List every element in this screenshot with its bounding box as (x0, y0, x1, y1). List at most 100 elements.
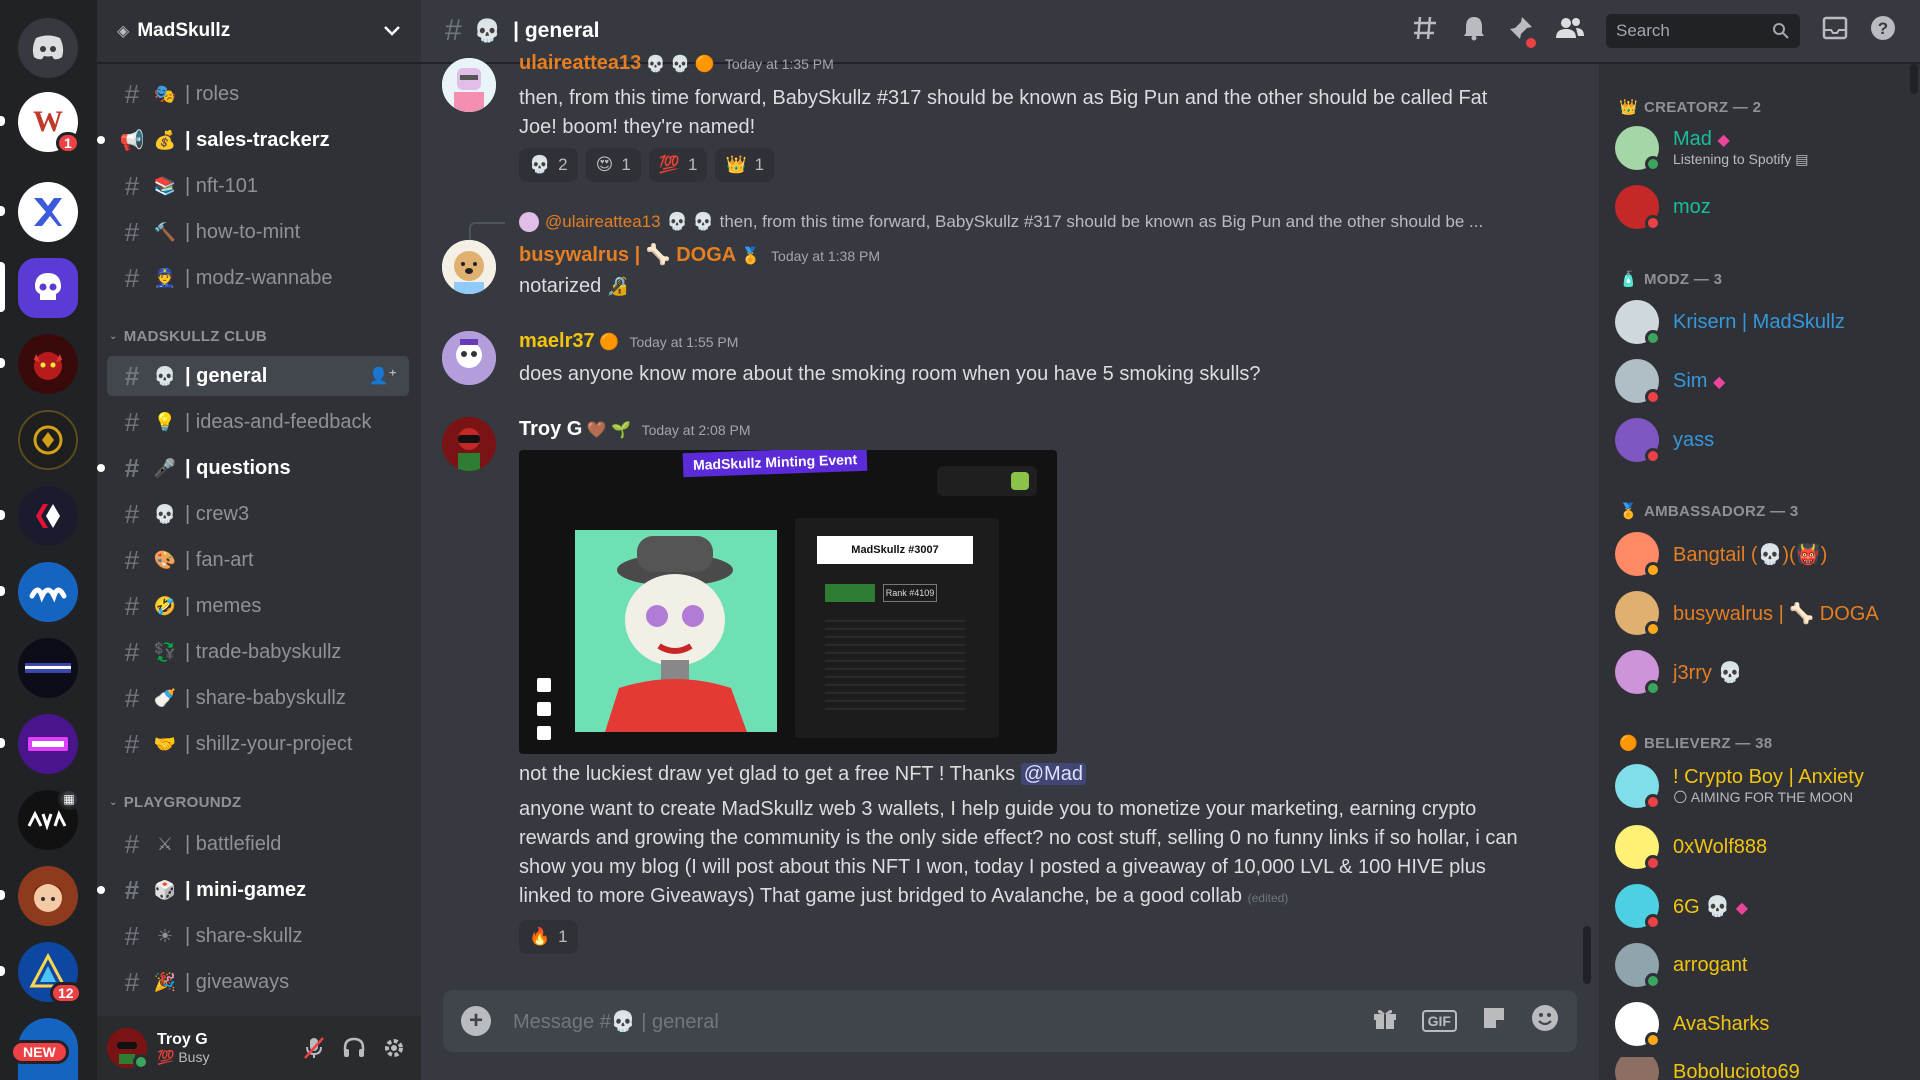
threads-icon[interactable] (1412, 15, 1440, 48)
reaction-button[interactable]: 💯 1 (648, 148, 708, 182)
avatar[interactable] (442, 58, 496, 112)
message-input[interactable]: Message #💀 | general (513, 1009, 719, 1034)
bell-icon[interactable] (1462, 15, 1486, 48)
user-panel: Troy G 💯 Busy (97, 1016, 421, 1080)
pin-icon[interactable] (1508, 15, 1536, 48)
avatar[interactable] (442, 331, 496, 385)
mute-mic-button[interactable] (297, 1031, 331, 1065)
gif-icon[interactable]: GIF (1421, 1010, 1457, 1032)
member-item[interactable]: Sim ◆ (1615, 355, 1905, 407)
invite-member-icon[interactable]: 👤⁺ (369, 366, 397, 386)
wave-logo-icon (29, 587, 67, 603)
scrollbar[interactable] (1583, 926, 1591, 984)
member-scrollbar[interactable] (1910, 64, 1918, 94)
search-input[interactable]: Search (1606, 14, 1800, 48)
sticker-icon[interactable] (1481, 1005, 1507, 1038)
upload-button[interactable]: + (461, 1006, 491, 1036)
category-madskullz-club[interactable]: ⌄ MADSKULLZ CLUB (109, 328, 267, 345)
channel-general[interactable]: # 💀 | general 👤⁺ (107, 356, 409, 396)
discord-window: W 1 ▦ 12 NEW ◈ MadSkullz # 🎭 | roles 📢 💰… (0, 0, 1920, 1080)
server-hive-wax[interactable] (18, 638, 78, 698)
channel-how-to-mint[interactable]: # 🔨 | how-to-mint (107, 212, 409, 252)
user-mention[interactable]: @Mad (1020, 763, 1086, 785)
member-item[interactable]: busywalrus | 🦴 DOGA (1615, 587, 1905, 639)
reaction-button[interactable]: 😍 1 (585, 148, 641, 182)
message-composer[interactable]: + Message #💀 | general GIF (443, 990, 1577, 1052)
member-item[interactable]: j3rry 💀 (1615, 646, 1905, 698)
reaction-button[interactable]: 💀 2 (519, 148, 578, 182)
home-button[interactable] (18, 18, 78, 78)
server-cyber[interactable] (18, 714, 78, 774)
channel-battlefield[interactable]: # ⚔ | battlefield (107, 824, 409, 864)
reply-connector (469, 222, 505, 240)
channel-trade-babyskullz[interactable]: # 💱 | trade-babyskullz (107, 632, 409, 672)
message-author[interactable]: ulaireattea13 (519, 52, 641, 74)
category-playgroundz[interactable]: ⌄ PLAYGROUNDZ (109, 794, 241, 811)
avatar (1615, 418, 1661, 464)
channel-sales-trackerz[interactable]: 📢 💰 | sales-trackerz (97, 120, 409, 160)
avatar[interactable] (107, 1028, 149, 1070)
idle-status-icon (1645, 562, 1661, 578)
member-item[interactable]: moz (1615, 181, 1905, 233)
server-anime[interactable] (18, 866, 78, 926)
member-list-icon[interactable] (1556, 16, 1584, 47)
skull-icon: 💀 (473, 18, 502, 43)
user-settings-button[interactable] (377, 1031, 411, 1065)
reaction-row: 🔥 1 (519, 920, 578, 954)
unread-pill (0, 358, 5, 368)
help-icon[interactable]: ? (1870, 15, 1896, 48)
channel-emoji: 🎉 (153, 971, 177, 992)
server-x[interactable] (18, 182, 78, 242)
channel-name: | shillz-your-project (185, 732, 353, 755)
member-item[interactable]: 0xWolf888 (1615, 821, 1905, 873)
member-item[interactable]: Mad ◆ Listening to Spotify ▤ (1615, 122, 1905, 174)
member-item[interactable]: Bobolucioto69 (1615, 1057, 1905, 1080)
channel-roles[interactable]: # 🎭 | roles (107, 74, 409, 114)
member-item[interactable]: 6G 💀 ◆ (1615, 880, 1905, 932)
message-author[interactable]: busywalrus | 🦴 DOGA (519, 244, 736, 266)
server-hive[interactable] (18, 486, 78, 546)
member-item[interactable]: ! Crypto Boy | Anxiety 🌕 AIMING FOR THE … (1615, 760, 1905, 812)
channel-questions[interactable]: # 🎤 | questions (97, 448, 409, 488)
reply-preview[interactable]: @ulaireattea13 💀 💀 then, from this time … (519, 212, 1483, 232)
channel-mini-gamez[interactable]: # 🎲 | mini-gamez (97, 870, 409, 910)
server-madskullz[interactable] (18, 258, 78, 318)
avatar[interactable] (442, 417, 496, 471)
channel-ideas-and-feedback[interactable]: # 💡 | ideas-and-feedback (107, 402, 409, 442)
gift-icon[interactable] (1372, 1005, 1398, 1038)
member-item[interactable]: AvaSharks (1615, 998, 1905, 1050)
emoji-icon[interactable] (1531, 1004, 1559, 1039)
member-item[interactable]: Krisern | MadSkullz (1615, 296, 1905, 348)
message-image-attachment[interactable]: MadSkullz Minting Event MadSkullz #3007 … (519, 450, 1057, 754)
channel-memes[interactable]: # 🤣 | memes (107, 586, 409, 626)
member-item[interactable]: yass (1615, 414, 1905, 466)
hash-icon: # (124, 216, 140, 247)
avatar[interactable] (442, 240, 496, 294)
discord-logo-icon (32, 35, 64, 60)
reaction-button[interactable]: 🔥 1 (519, 920, 578, 954)
channel-name: | crew3 (185, 502, 250, 525)
channel-crew3[interactable]: # 💀 | crew3 (107, 494, 409, 534)
channel-giveaways[interactable]: # 🎉 | giveaways (107, 962, 409, 1002)
channel-nft-101[interactable]: # 📚 | nft-101 (107, 166, 409, 206)
channel-fan-art[interactable]: # 🎨 | fan-art (107, 540, 409, 580)
server-wave[interactable] (18, 562, 78, 622)
deafen-button[interactable] (337, 1031, 371, 1065)
member-name: Bobolucioto69 (1673, 1060, 1800, 1080)
hash-icon: # (124, 498, 140, 529)
anime-avatar-icon (32, 884, 64, 912)
channel-share-babyskullz[interactable]: # 🍼 | share-babyskullz (107, 678, 409, 718)
server-gold-circle[interactable] (18, 410, 78, 470)
member-item[interactable]: arrogant (1615, 939, 1905, 991)
server-header[interactable]: ◈ MadSkullz (97, 0, 421, 64)
online-status-icon (1645, 680, 1661, 696)
reaction-button[interactable]: 👑 1 (715, 148, 775, 182)
message-author[interactable]: Troy G (519, 418, 582, 440)
channel-share-skullz[interactable]: # ☀ | share-skullz (107, 916, 409, 956)
channel-shillz-your-project[interactable]: # 🤝 | shillz-your-project (107, 724, 409, 764)
server-red-demon[interactable] (18, 334, 78, 394)
inbox-icon[interactable] (1822, 16, 1848, 47)
member-item[interactable]: Bangtail (💀)(👹) (1615, 528, 1905, 580)
channel-modz-wannabe[interactable]: # 👮 | modz-wannabe (107, 258, 409, 298)
message-author[interactable]: maelr37 (519, 330, 595, 352)
